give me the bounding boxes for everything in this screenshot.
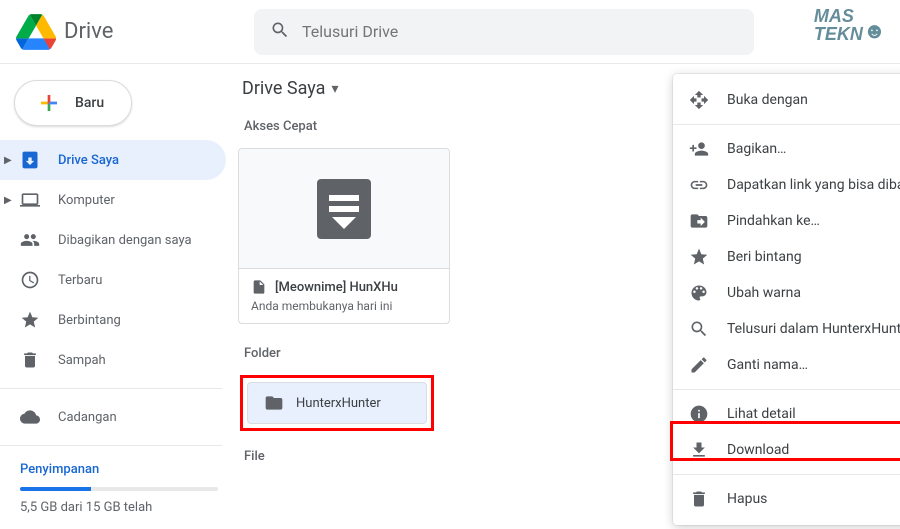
storage-text: 5,5 GB dari 15 GB telah <box>20 499 218 517</box>
nav-label: Drive Saya <box>58 153 119 168</box>
header: Drive MASTEKN☻ <box>0 0 900 64</box>
menu-details[interactable]: Lihat detail <box>673 396 900 432</box>
new-label: Baru <box>75 95 104 111</box>
search-icon <box>689 319 709 339</box>
caret-icon: ▶ <box>4 195 12 206</box>
watermark-logo: MASTEKN☻ <box>814 8 886 44</box>
nav-label: Cadangan <box>58 410 117 425</box>
storage-title: Penyimpanan <box>20 462 218 477</box>
nav-label: Berbintang <box>58 313 121 328</box>
nav-label: Dibagikan dengan saya <box>58 233 192 248</box>
nav-backups[interactable]: Cadangan <box>0 397 226 437</box>
divider <box>0 445 222 446</box>
divider <box>0 388 222 389</box>
context-menu: Buka dengan▸ Bagikan… Dapatkan link yang… <box>673 74 900 525</box>
menu-divider <box>673 124 900 125</box>
download-icon <box>689 440 709 460</box>
card-thumbnail <box>239 149 449 269</box>
shared-icon <box>20 230 40 250</box>
trash-icon <box>20 350 40 370</box>
nav-label: Komputer <box>58 193 115 208</box>
trash-icon <box>689 489 709 509</box>
nav-shared[interactable]: Dibagikan dengan saya <box>0 220 226 260</box>
menu-open-with[interactable]: Buka dengan▸ <box>673 82 900 118</box>
menu-color[interactable]: Ubah warna▸ <box>673 275 900 311</box>
breadcrumb-label: Drive Saya <box>242 78 325 99</box>
nav-computers[interactable]: ▶ Komputer <box>0 180 226 220</box>
edit-icon <box>689 355 709 375</box>
nav-recent[interactable]: Terbaru <box>0 260 226 300</box>
sidebar: Baru ▶ Drive Saya ▶ Komputer Dibagikan d… <box>0 64 238 529</box>
nav-trash[interactable]: Sampah <box>0 340 226 380</box>
link-icon <box>689 175 709 195</box>
menu-star[interactable]: Beri bintang <box>673 239 900 275</box>
star-icon <box>20 310 40 330</box>
drive-icon <box>20 150 40 170</box>
menu-divider <box>673 474 900 475</box>
storage-bar <box>20 487 218 491</box>
search-bar[interactable] <box>254 9 754 55</box>
folder-icon <box>264 393 284 413</box>
folder-chip[interactable]: HunterxHunter <box>247 382 427 424</box>
menu-share[interactable]: Bagikan… <box>673 131 900 167</box>
palette-icon <box>689 283 709 303</box>
computer-icon <box>20 190 40 210</box>
dropdown-caret-icon: ▾ <box>331 81 338 97</box>
search-icon <box>270 20 290 44</box>
main-content: Drive Saya ▾ Akses Cepat [Meownime] HunX… <box>238 64 900 529</box>
plus-icon <box>37 91 61 115</box>
menu-download[interactable]: Download <box>673 432 900 468</box>
menu-get-link[interactable]: Dapatkan link yang bisa dibagikan <box>673 167 900 203</box>
storage-section[interactable]: Penyimpanan 5,5 GB dari 15 GB telah <box>0 454 238 525</box>
highlight-box: HunterxHunter <box>240 375 434 431</box>
open-with-icon <box>689 90 709 110</box>
caret-icon: ▶ <box>4 155 12 166</box>
nav-my-drive[interactable]: ▶ Drive Saya <box>0 140 226 180</box>
logo-area[interactable]: Drive <box>16 12 254 52</box>
info-icon <box>689 404 709 424</box>
quick-card[interactable]: [Meownime] HunXHu Anda membukanya hari i… <box>238 148 450 324</box>
nav-starred[interactable]: Berbintang <box>0 300 226 340</box>
menu-divider <box>673 389 900 390</box>
card-title: [Meownime] HunXHu <box>251 279 437 295</box>
menu-search-in[interactable]: Telusuri dalam HunterxHunter <box>673 311 900 347</box>
search-input[interactable] <box>302 22 738 41</box>
menu-move[interactable]: Pindahkan ke… <box>673 203 900 239</box>
star-icon <box>689 247 709 267</box>
cloud-icon <box>20 407 40 427</box>
folder-name: HunterxHunter <box>296 396 381 411</box>
move-folder-icon <box>689 211 709 231</box>
drive-logo-icon <box>16 12 56 52</box>
recent-icon <box>20 270 40 290</box>
app-name: Drive <box>64 19 113 44</box>
new-button[interactable]: Baru <box>14 80 132 126</box>
person-add-icon <box>689 139 709 159</box>
file-icon <box>251 279 267 295</box>
card-subtitle: Anda membukanya hari ini <box>251 299 437 313</box>
nav-label: Sampah <box>58 353 106 368</box>
nav-label: Terbaru <box>58 273 102 288</box>
menu-rename[interactable]: Ganti nama… <box>673 347 900 383</box>
menu-delete[interactable]: Hapus <box>673 481 900 517</box>
